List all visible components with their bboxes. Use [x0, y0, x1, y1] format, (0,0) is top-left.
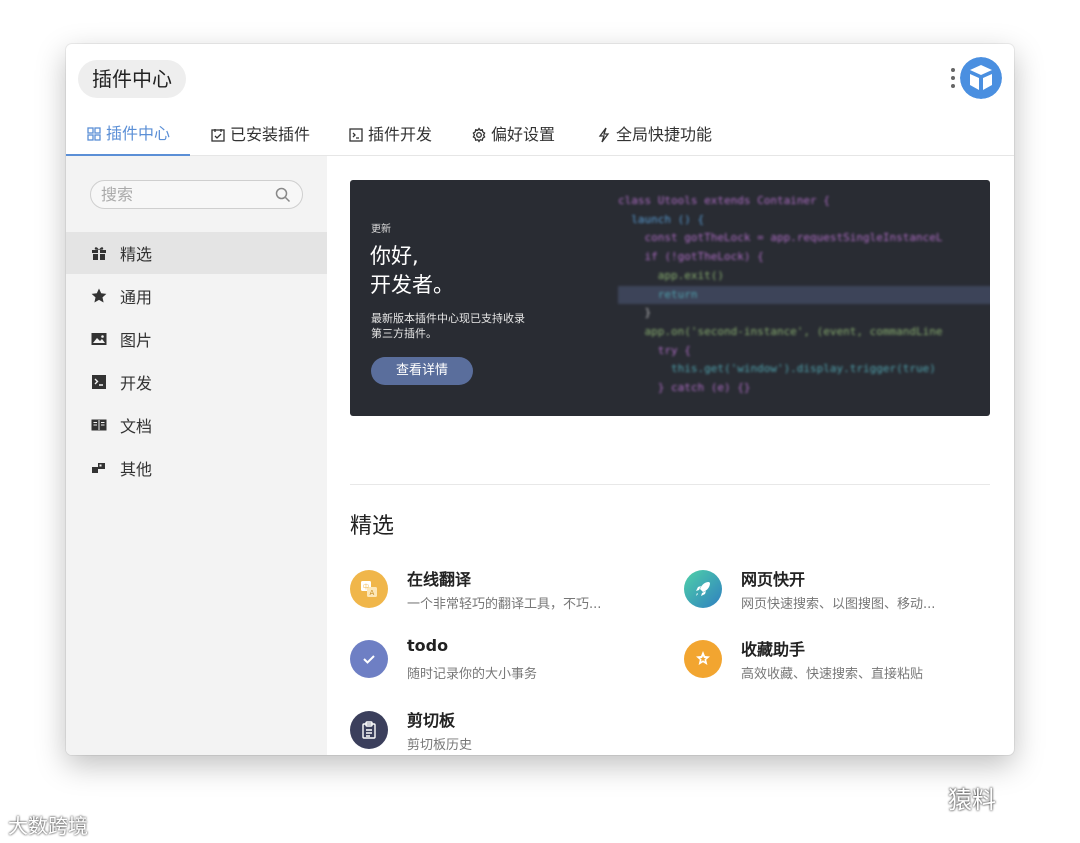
sidebar: 精选 通用 图片 开发 文档 其他 [66, 156, 327, 755]
tab-preferences[interactable]: 偏好设置 [451, 114, 575, 156]
plugin-name: 剪切板 [407, 711, 456, 730]
blocks-icon [92, 463, 105, 473]
tab-label: 插件中心 [106, 124, 171, 143]
watermark-left: 大数跨境 [8, 814, 88, 838]
book-icon [91, 419, 107, 431]
search-input[interactable] [91, 181, 261, 208]
plugin-desc: 高效收藏、快速搜索、直接粘贴 [741, 667, 924, 682]
grid-icon [87, 127, 101, 141]
sidebar-item-label: 文档 [120, 417, 153, 436]
check-square-icon [211, 129, 225, 142]
star-icon [91, 288, 107, 303]
main-content: class Utools extends Container { launch … [327, 156, 1014, 755]
terminal-icon [349, 128, 363, 142]
sidebar-item-general[interactable]: 通用 [66, 275, 327, 317]
star-badge-icon [684, 640, 722, 678]
section-title: 精选 [350, 514, 395, 539]
plugin-center-window: 插件中心 插件中心 已安装插件 插件开发 偏好设置 全局快捷功能 搜索 精选 通… [66, 44, 1014, 755]
tab-installed[interactable]: 已安装插件 [190, 114, 330, 156]
tab-label: 插件开发 [368, 125, 433, 144]
plugin-desc: 一个非常轻巧的翻译工具，不巧... [407, 597, 602, 612]
plugin-name: 收藏助手 [741, 640, 806, 659]
sidebar-item-label: 精选 [120, 245, 153, 264]
tab-bar: 插件中心 已安装插件 插件开发 偏好设置 全局快捷功能 [66, 114, 1014, 156]
tab-label: 偏好设置 [491, 125, 556, 144]
tab-plugin-dev[interactable]: 插件开发 [328, 114, 452, 156]
watermark-right: 猿料 [948, 786, 996, 814]
window-title: 插件中心 [78, 60, 186, 98]
svg-text:A: A [370, 589, 375, 597]
more-menu-icon[interactable] [950, 68, 956, 92]
tab-label: 全局快捷功能 [616, 125, 713, 144]
plugin-desc: 剪切板历史 [407, 738, 473, 753]
plugin-card-favorites[interactable]: 收藏助手 高效收藏、快速搜索、直接粘贴 [684, 634, 984, 684]
tab-plugin-center[interactable]: 插件中心 [66, 114, 191, 156]
sidebar-item-featured[interactable]: 精选 [66, 232, 327, 274]
lightning-icon [598, 127, 610, 143]
banner-description: 最新版本插件中心现已支持收录 第三方插件。 [371, 312, 525, 340]
sidebar-item-label: 其他 [120, 460, 153, 479]
view-details-button[interactable]: 查看详情 [371, 357, 473, 385]
code-background: class Utools extends Container { launch … [618, 192, 990, 416]
banner-heading: 你好, 开发者。 [370, 244, 454, 297]
update-banner[interactable]: class Utools extends Container { launch … [350, 180, 990, 416]
plugin-name: 网页快开 [741, 570, 806, 589]
sidebar-item-label: 图片 [120, 331, 153, 350]
plugin-card-todo[interactable]: todo 随时记录你的大小事务 [350, 634, 650, 684]
gift-icon [92, 247, 106, 260]
clipboard-icon [350, 711, 388, 749]
divider [350, 484, 990, 485]
plugin-name: todo [407, 636, 449, 655]
plugin-card-clipboard[interactable]: 剪切板 剪切板历史 [350, 705, 650, 755]
category-nav: 精选 通用 图片 开发 文档 其他 [66, 232, 327, 490]
search-box [90, 180, 303, 209]
terminal-icon [92, 375, 106, 389]
rocket-icon [684, 570, 722, 608]
plugin-desc: 随时记录你的大小事务 [407, 667, 538, 682]
check-icon [350, 640, 388, 678]
plugin-card-translate[interactable]: 中A 在线翻译 一个非常轻巧的翻译工具，不巧... [350, 564, 650, 614]
titlebar: 插件中心 [66, 44, 1014, 112]
banner-tag: 更新 [371, 224, 391, 235]
sidebar-item-label: 通用 [120, 288, 153, 307]
svg-text:中: 中 [363, 583, 369, 591]
gear-icon [472, 127, 486, 143]
sidebar-item-others[interactable]: 其他 [66, 447, 327, 489]
translate-icon: 中A [350, 570, 388, 608]
sidebar-item-docs[interactable]: 文档 [66, 404, 327, 446]
sidebar-item-development[interactable]: 开发 [66, 361, 327, 403]
plugin-card-web-open[interactable]: 网页快开 网页快速搜索、以图搜图、移动... [684, 564, 984, 614]
image-icon [91, 333, 107, 345]
plugin-desc: 网页快速搜索、以图搜图、移动... [741, 597, 936, 612]
search-icon[interactable] [274, 186, 292, 204]
sidebar-item-images[interactable]: 图片 [66, 318, 327, 360]
plugin-name: 在线翻译 [407, 570, 472, 589]
utools-logo-icon[interactable] [960, 57, 1002, 99]
tab-global-shortcuts[interactable]: 全局快捷功能 [576, 114, 732, 156]
tab-label: 已安装插件 [230, 125, 311, 144]
sidebar-item-label: 开发 [120, 374, 153, 393]
